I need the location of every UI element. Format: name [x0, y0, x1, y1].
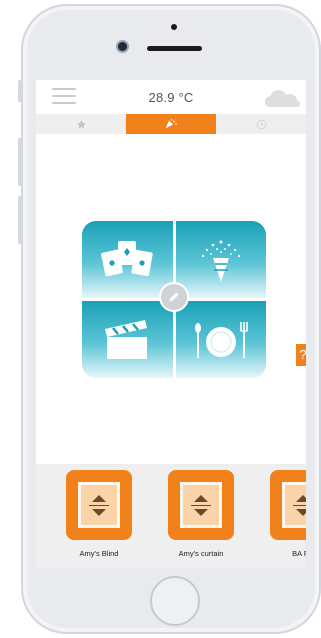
device-card[interactable]: Amy's curtain	[166, 470, 236, 558]
device-label: Amy's Blind	[79, 549, 119, 558]
tab-scenes[interactable]	[126, 114, 216, 134]
tab-timers[interactable]	[216, 114, 306, 134]
scenes-panel: ?	[36, 134, 306, 464]
pencil-icon	[169, 292, 179, 302]
device-carousel: Amy's Blind Amy's curtain BA F...	[36, 464, 306, 568]
edit-scenes-button[interactable]	[159, 282, 189, 312]
tab-bar	[36, 114, 306, 134]
party-popper-icon	[201, 240, 240, 282]
front-camera	[118, 42, 127, 51]
blind-control-icon	[66, 470, 132, 540]
earpiece-speaker	[147, 46, 202, 51]
curtain-control-icon	[168, 470, 234, 540]
proximity-sensor	[171, 24, 177, 30]
clock-icon	[256, 119, 266, 129]
device-label: BA F...	[292, 549, 306, 558]
scene-tile-party[interactable]	[175, 221, 266, 298]
cloud-icon	[265, 90, 300, 107]
shutter-control-icon	[270, 470, 306, 540]
volume-down-button	[18, 196, 22, 244]
volume-up-button	[18, 138, 22, 186]
mute-switch	[18, 80, 22, 102]
home-button[interactable]	[150, 576, 200, 626]
scene-tile-cards[interactable]	[82, 221, 173, 298]
help-button[interactable]: ?	[296, 344, 306, 366]
scenes-icon	[165, 119, 177, 129]
scene-tile-dinner[interactable]	[175, 301, 266, 378]
tab-favorites[interactable]	[36, 114, 126, 134]
device-card[interactable]: BA F...	[268, 470, 306, 558]
playing-cards-icon	[101, 240, 153, 276]
dinner-plate-icon	[194, 321, 248, 358]
scene-tile-movie[interactable]	[82, 301, 173, 378]
device-label: Amy's curtain	[178, 549, 224, 558]
clapperboard-icon	[105, 319, 148, 359]
star-icon	[76, 119, 86, 129]
top-bar: 28.9 °C	[36, 80, 306, 113]
app-screen: 28.9 °C ? Amy's Blind Amy's curtain BA	[36, 80, 306, 568]
device-card[interactable]: Amy's Blind	[64, 470, 134, 558]
